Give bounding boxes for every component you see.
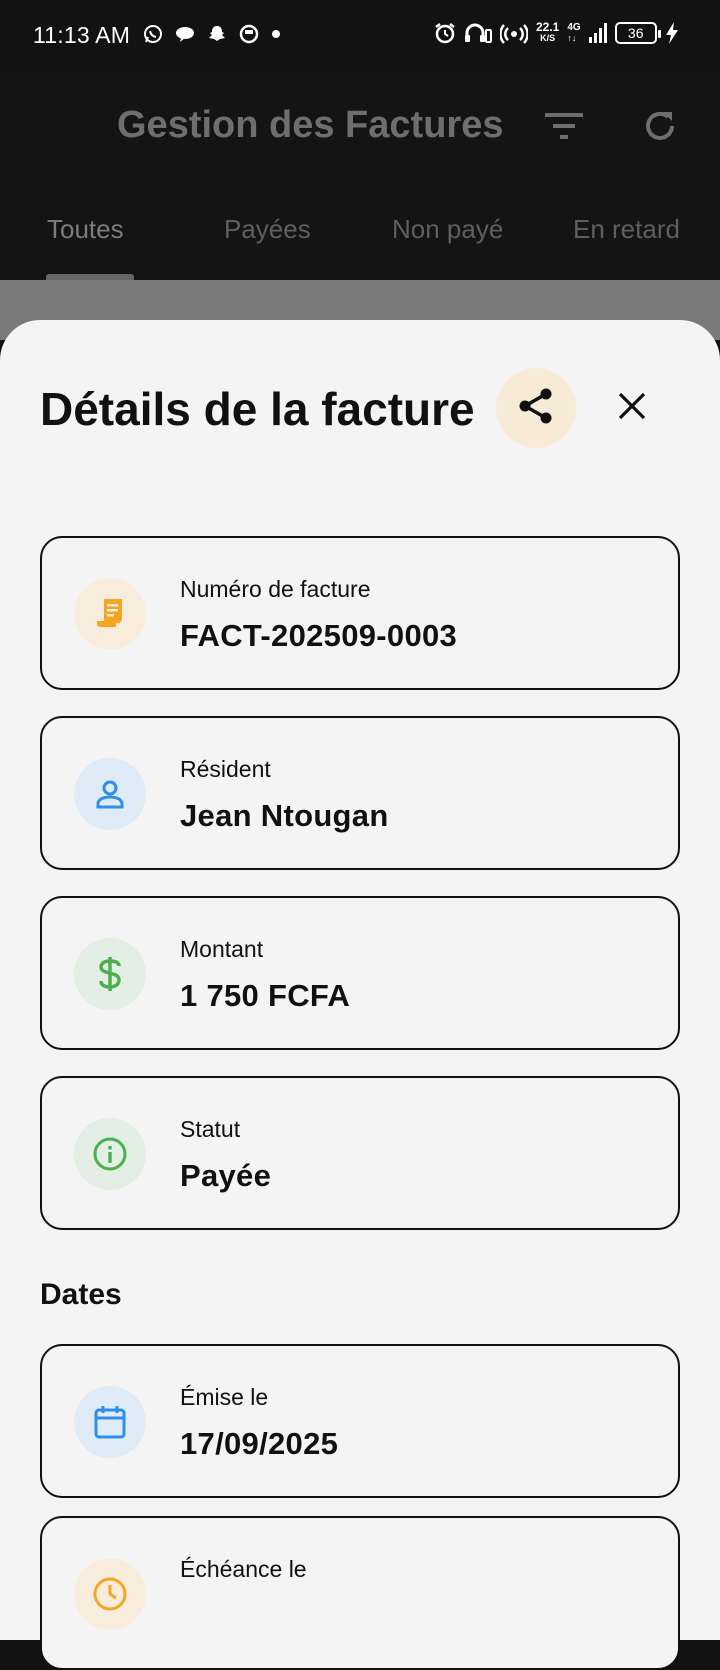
whatsapp-icon: [143, 24, 163, 44]
card-label: Montant: [180, 936, 264, 962]
alarm-icon: [434, 22, 456, 44]
resident-card: Résident Jean Ntougan: [40, 716, 680, 870]
card-label: Émise le: [180, 1384, 269, 1410]
chat-icon: [175, 25, 195, 43]
filter-button[interactable]: [540, 104, 588, 152]
card-label: Résident: [180, 756, 271, 782]
network-type: 4G ↑↓: [567, 22, 581, 44]
battery-icon: 36: [614, 22, 661, 44]
status-value: Payée: [180, 1158, 272, 1193]
sheet-title: Détails de la facture: [40, 383, 475, 435]
more-dot-icon: [271, 29, 281, 39]
app-notification-icon: [239, 24, 259, 44]
signal-icon: [588, 23, 607, 43]
info-icon: [74, 1118, 146, 1190]
invoice-number-value: FACT-202509-0003: [180, 618, 458, 653]
headphones-icon: [464, 22, 492, 44]
card-label: Numéro de facture: [180, 576, 371, 602]
issued-date-card: Émise le 17/09/2025: [40, 1344, 680, 1498]
due-date-card: Échéance le: [40, 1516, 680, 1670]
share-button[interactable]: [496, 368, 576, 448]
tab-payees[interactable]: Payées: [224, 214, 311, 245]
dates-section-title: Dates: [40, 1278, 122, 1311]
person-icon: [74, 758, 146, 830]
notification-icons: [143, 24, 281, 44]
clock-icon: [74, 1558, 146, 1630]
amount-value: 1 750 FCFA: [180, 978, 351, 1013]
invoice-number-card: Numéro de facture FACT-202509-0003: [40, 536, 680, 690]
close-icon: [617, 391, 647, 426]
calendar-icon: [74, 1386, 146, 1458]
card-label: Échéance le: [180, 1556, 307, 1582]
speed-unit: K/S: [540, 33, 556, 43]
dollar-icon: [74, 938, 146, 1010]
refresh-button[interactable]: [636, 104, 684, 152]
network-speed: 22.1 K/S: [536, 20, 560, 44]
refresh-icon: [642, 108, 678, 149]
snapchat-icon: [207, 24, 227, 44]
network-label: 4G: [567, 22, 581, 33]
filter-icon: [545, 111, 583, 146]
card-label: Statut: [180, 1116, 241, 1142]
hotspot-icon: [500, 22, 528, 44]
status-bar: 11:13 AM 22.1 K/S 4G ↑↓ 36: [0, 0, 720, 72]
status-card: Statut Payée: [40, 1076, 680, 1230]
amount-card: Montant 1 750 FCFA: [40, 896, 680, 1050]
page-title: Gestion des Factures: [117, 104, 504, 146]
tab-non-payees[interactable]: Non payé: [392, 214, 508, 245]
tab-en-retard[interactable]: En retard: [573, 214, 680, 245]
issued-date-value: 17/09/2025: [180, 1426, 339, 1461]
battery-level: 36: [627, 25, 644, 41]
status-time: 11:13 AM: [33, 22, 131, 48]
charging-icon: [665, 22, 679, 44]
resident-value: Jean Ntougan: [180, 798, 389, 833]
system-icons: 22.1 K/S 4G ↑↓ 36: [434, 20, 679, 44]
share-icon: [516, 386, 556, 431]
speed-value: 22.1: [536, 20, 560, 34]
receipt-icon: [74, 578, 146, 650]
close-button[interactable]: [608, 384, 656, 432]
tab-toutes[interactable]: Toutes: [47, 214, 124, 245]
